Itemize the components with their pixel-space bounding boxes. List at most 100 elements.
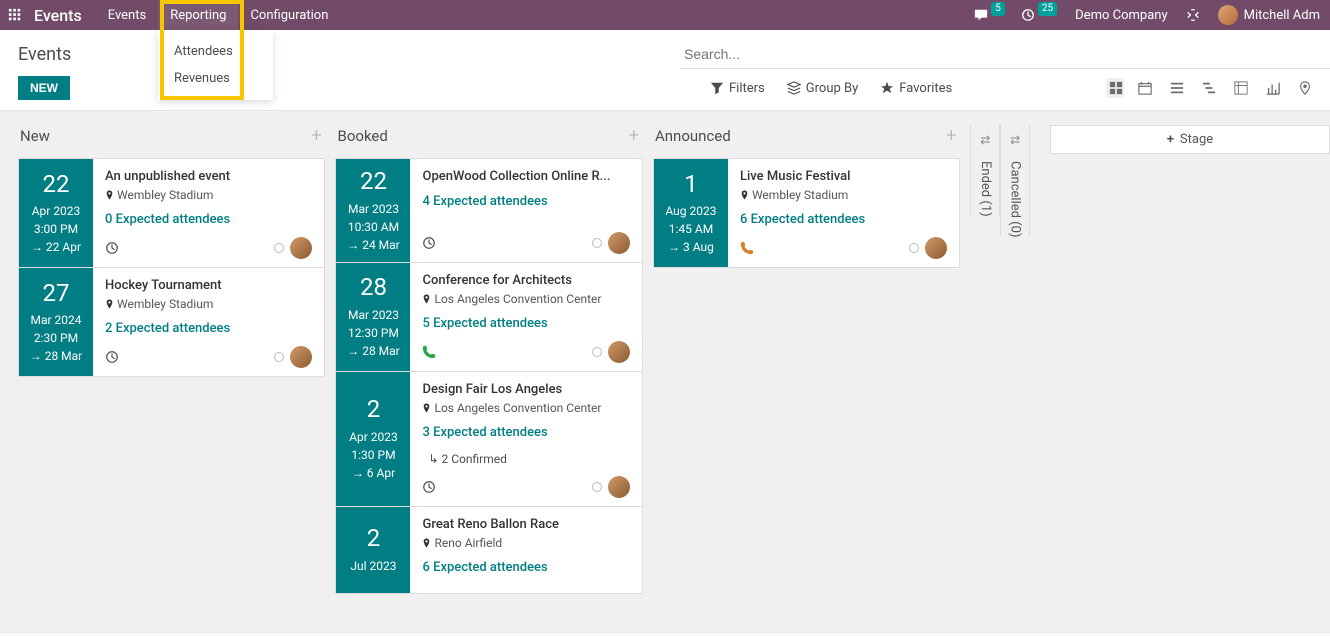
card-body: An unpublished event Wembley Stadium0 Ex…	[93, 159, 324, 267]
kanban-state-dot[interactable]	[909, 243, 919, 253]
expected-attendees[interactable]: 3 Expected attendees	[422, 425, 629, 440]
apps-icon[interactable]	[0, 8, 30, 22]
activity-icon[interactable]	[422, 236, 436, 250]
activities-tray[interactable]: 25	[1013, 8, 1065, 22]
event-card[interactable]: 2Jul 2023Great Reno Ballon Race Reno Air…	[335, 507, 642, 594]
add-stage-container: +Stage	[1050, 125, 1330, 154]
kanban-state-dot[interactable]	[592, 238, 602, 248]
gantt-view-icon[interactable]	[1202, 81, 1220, 95]
column-header: Announced+	[653, 125, 960, 158]
event-location: Wembley Stadium	[740, 188, 947, 202]
expected-attendees[interactable]: 4 Expected attendees	[422, 194, 629, 209]
expected-attendees[interactable]: 2 Expected attendees	[105, 321, 312, 336]
event-card[interactable]: 22Mar 202310:30 AM→ 24 MarOpenWood Colle…	[335, 158, 642, 263]
card-date: 1Aug 20231:45 AM→ 3 Aug	[654, 159, 728, 267]
event-card[interactable]: 28Mar 202312:30 PM→ 28 MarConference for…	[335, 263, 642, 372]
dropdown-revenues[interactable]: Revenues	[158, 65, 273, 92]
list-view-icon[interactable]	[1170, 81, 1188, 95]
search-options: Filters Group By Favorites	[710, 81, 952, 96]
event-title: Design Fair Los Angeles	[422, 382, 629, 397]
quick-create-icon[interactable]: +	[629, 125, 639, 146]
kanban-column: New+22Apr 20233:00 PM→ 22 AprAn unpublis…	[18, 125, 325, 377]
graph-view-icon[interactable]	[1266, 81, 1284, 95]
folded-label: Ended (1)	[978, 161, 993, 217]
folded-column[interactable]: ⇄Cancelled (0)	[1000, 125, 1030, 237]
folded-column[interactable]: ⇄Ended (1)	[970, 125, 1000, 217]
card-date: 2Jul 2023	[336, 507, 410, 593]
page-title: Events	[18, 44, 71, 65]
topbar-right: 5 25 Demo Company Mitchell Adm	[966, 0, 1330, 30]
new-button[interactable]: NEW	[18, 76, 70, 100]
card-footer	[422, 341, 629, 363]
quick-create-icon[interactable]: +	[946, 125, 956, 146]
kanban-state-dot[interactable]	[274, 352, 284, 362]
filter-icon	[710, 81, 724, 95]
expected-attendees[interactable]: 6 Expected attendees	[740, 212, 947, 227]
responsible-avatar[interactable]	[608, 232, 630, 254]
event-card[interactable]: 22Apr 20233:00 PM→ 22 AprAn unpublished …	[18, 158, 325, 268]
calendar-view-icon[interactable]	[1138, 81, 1156, 95]
card-body: Conference for Architects Los Angeles Co…	[410, 263, 641, 371]
column-title: Booked	[337, 127, 387, 145]
reporting-dropdown: Attendees Revenues	[158, 30, 273, 100]
activity-icon[interactable]	[422, 345, 436, 359]
messages-tray[interactable]: 5	[966, 8, 1013, 22]
confirmed-attendees[interactable]: ↳ 2 Confirmed	[428, 452, 629, 466]
card-date: 27Mar 20242:30 PM→ 28 Mar	[19, 268, 93, 376]
view-switcher	[1106, 78, 1330, 98]
activity-icon[interactable]	[105, 241, 119, 255]
groupby-button[interactable]: Group By	[787, 81, 859, 96]
kanban-column: Announced+1Aug 20231:45 AM→ 3 AugLive Mu…	[653, 125, 960, 268]
map-view-icon[interactable]	[1298, 81, 1316, 95]
card-body: Great Reno Ballon Race Reno Airfield6 Ex…	[410, 507, 641, 593]
responsible-avatar[interactable]	[608, 341, 630, 363]
add-stage-button[interactable]: +Stage	[1050, 125, 1330, 154]
nav-items: Events Reporting Configuration	[96, 0, 341, 30]
activity-icon[interactable]	[422, 480, 436, 494]
quick-create-icon[interactable]: +	[311, 125, 321, 146]
event-card[interactable]: 1Aug 20231:45 AM→ 3 AugLive Music Festiv…	[653, 158, 960, 268]
kanban-view-icon[interactable]	[1106, 78, 1124, 98]
user-avatar	[1218, 5, 1238, 25]
card-footer	[422, 476, 629, 498]
event-title: Hockey Tournament	[105, 278, 312, 293]
company-name: Demo Company	[1075, 8, 1167, 23]
debug-icon[interactable]	[1178, 8, 1208, 22]
card-footer	[422, 232, 629, 254]
card-date: 22Mar 202310:30 AM→ 24 Mar	[336, 159, 410, 262]
layers-icon	[787, 81, 801, 95]
dropdown-attendees[interactable]: Attendees	[158, 38, 273, 65]
card-date: 22Apr 20233:00 PM→ 22 Apr	[19, 159, 93, 267]
user-menu[interactable]: Mitchell Adm	[1208, 5, 1330, 25]
pivot-view-icon[interactable]	[1234, 81, 1252, 95]
activity-icon[interactable]	[740, 241, 754, 255]
kanban-state-dot[interactable]	[592, 347, 602, 357]
responsible-avatar[interactable]	[290, 237, 312, 259]
responsible-avatar[interactable]	[925, 237, 947, 259]
kanban-state-dot[interactable]	[592, 482, 602, 492]
card-footer	[105, 346, 312, 368]
event-card[interactable]: 27Mar 20242:30 PM→ 28 Mar Hockey Tourname…	[18, 268, 325, 377]
kanban-board: New+22Apr 20233:00 PM→ 22 AprAn unpublis…	[0, 111, 1330, 633]
nav-reporting[interactable]: Reporting	[158, 0, 238, 30]
expected-attendees[interactable]: 6 Expected attendees	[422, 560, 629, 575]
search-input[interactable]	[680, 40, 1330, 69]
star-icon	[880, 81, 894, 95]
kanban-state-dot[interactable]	[274, 243, 284, 253]
nav-events[interactable]: Events	[96, 0, 158, 30]
filters-button[interactable]: Filters	[710, 81, 765, 96]
responsible-avatar[interactable]	[290, 346, 312, 368]
expected-attendees[interactable]: 5 Expected attendees	[422, 316, 629, 331]
column-header: Booked +	[335, 125, 642, 158]
event-title: Great Reno Ballon Race	[422, 517, 629, 532]
responsible-avatar[interactable]	[608, 476, 630, 498]
column-header: New+	[18, 125, 325, 158]
nav-configuration[interactable]: Configuration	[238, 0, 340, 30]
favorites-button[interactable]: Favorites	[880, 81, 952, 96]
event-title: Conference for Architects	[422, 273, 629, 288]
event-card[interactable]: 2Apr 20231:30 PM→ 6 AprDesign Fair Los A…	[335, 372, 642, 507]
event-location: Wembley Stadium	[105, 188, 312, 202]
expected-attendees[interactable]: 0 Expected attendees	[105, 212, 312, 227]
company-switcher[interactable]: Demo Company	[1065, 8, 1177, 23]
activity-icon[interactable]	[105, 350, 119, 364]
